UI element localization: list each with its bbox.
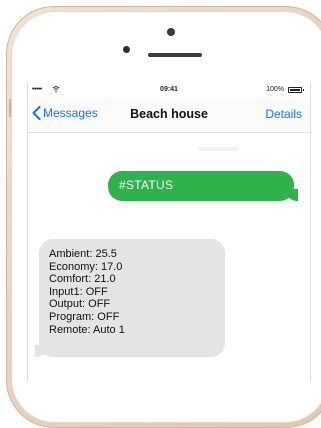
back-to-messages-button[interactable]: Messages bbox=[32, 106, 98, 120]
sent-message-bubble[interactable]: #STATUS bbox=[108, 171, 298, 201]
battery-icon bbox=[288, 87, 304, 93]
reply-line: Input1: OFF bbox=[49, 285, 108, 298]
reply-line: Economy: 17.0 bbox=[49, 260, 123, 273]
reply-line: Comfort: 21.0 bbox=[49, 273, 116, 286]
battery-percentage: 100% bbox=[266, 86, 284, 93]
front-sensor-icon bbox=[123, 46, 130, 53]
details-button[interactable]: Details bbox=[265, 107, 302, 121]
reply-line: Output: OFF bbox=[49, 298, 111, 311]
earpiece-speaker bbox=[148, 53, 202, 57]
phone-screen: ••••• 09:41 100% Messages Beach house De… bbox=[27, 82, 311, 382]
reply-line: Program: OFF bbox=[49, 310, 120, 323]
chevron-left-icon bbox=[32, 106, 41, 120]
sent-message-text: #STATUS bbox=[119, 178, 174, 192]
decorative-mark bbox=[198, 147, 238, 151]
camera-icon bbox=[167, 28, 175, 36]
received-message-bubble[interactable]: Ambient: 25.5 Economy: 17.0 Comfort: 21.… bbox=[35, 239, 225, 357]
back-button-label: Messages bbox=[43, 106, 98, 120]
reply-line: Ambient: 25.5 bbox=[49, 248, 117, 260]
status-bar: ••••• 09:41 100% bbox=[28, 82, 310, 98]
navigation-bar: Messages Beach house Details bbox=[28, 98, 310, 133]
reply-line: Remote: Auto 1 bbox=[49, 323, 125, 336]
